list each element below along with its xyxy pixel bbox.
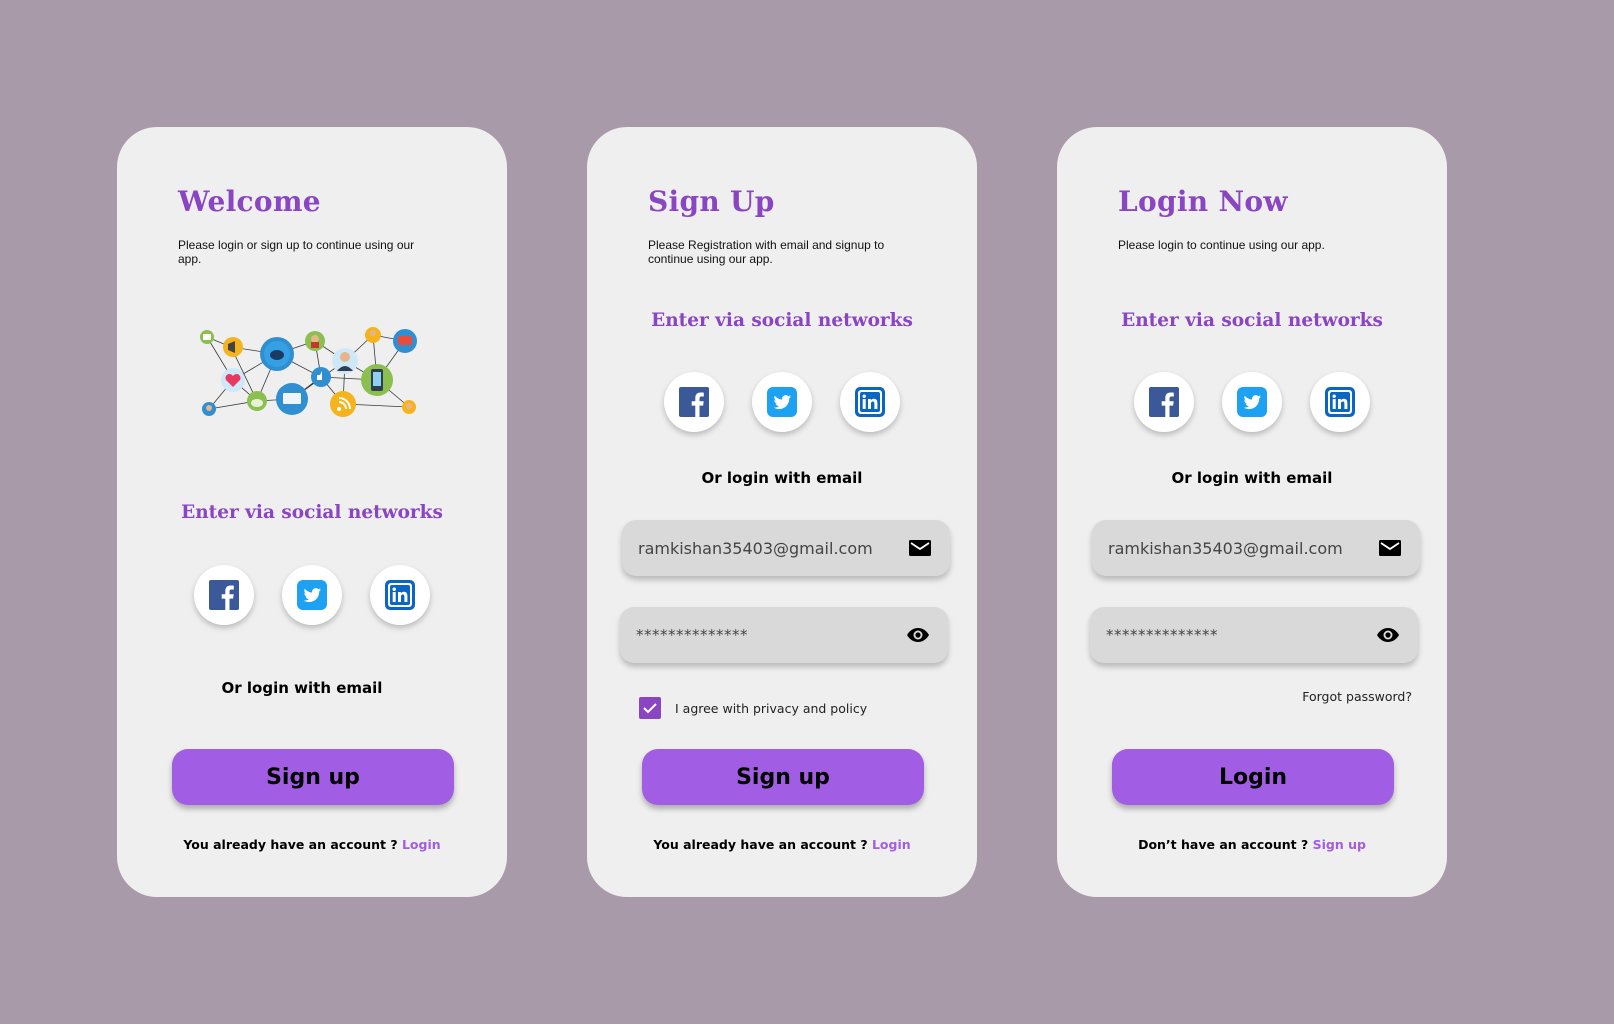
facebook-login-button[interactable]	[664, 372, 724, 432]
sign-up-button[interactable]: Sign up	[642, 749, 924, 805]
privacy-agreement: I agree with privacy and policy	[639, 697, 867, 719]
email-field	[622, 520, 950, 576]
or-login-with-email-label: Or login with email	[701, 469, 863, 487]
footer-text: You already have an account ?	[183, 837, 398, 852]
email-input[interactable]	[1108, 520, 1358, 576]
password-field	[620, 607, 948, 663]
password-input[interactable]	[636, 607, 886, 663]
page-subtitle: Please login to continue using our app.	[1118, 238, 1325, 252]
mail-icon	[1379, 540, 1401, 556]
social-networks-heading: Enter via social networks	[181, 502, 443, 523]
social-networks-heading: Enter via social networks	[651, 310, 913, 331]
linkedin-icon	[385, 580, 415, 610]
footer-text: You already have an account ?	[653, 837, 868, 852]
linkedin-icon	[1325, 387, 1355, 417]
footer-prompt: Don’t have an account ? Sign up	[1057, 837, 1447, 852]
eye-icon[interactable]	[1376, 624, 1400, 646]
facebook-icon	[209, 580, 239, 610]
facebook-login-button[interactable]	[1134, 372, 1194, 432]
sign-up-button[interactable]: Sign up	[172, 749, 454, 805]
page-title: Login Now	[1118, 185, 1288, 218]
social-buttons-row	[117, 565, 507, 627]
page-title: Sign Up	[648, 185, 775, 218]
login-button[interactable]: Login	[1112, 749, 1394, 805]
login-link[interactable]: Login	[402, 837, 441, 852]
welcome-card: Welcome Please login or sign up to conti…	[117, 127, 507, 897]
checkmark-icon	[643, 703, 657, 714]
social-networks-heading: Enter via social networks	[1121, 310, 1383, 331]
linkedin-login-button[interactable]	[1310, 372, 1370, 432]
footer-text: Don’t have an account ?	[1138, 837, 1309, 852]
facebook-icon	[1149, 387, 1179, 417]
social-network-illustration	[200, 327, 417, 417]
sign-up-link[interactable]: Sign up	[1313, 837, 1366, 852]
linkedin-login-button[interactable]	[840, 372, 900, 432]
login-card: Login Now Please login to continue using…	[1057, 127, 1447, 897]
linkedin-login-button[interactable]	[370, 565, 430, 625]
social-buttons-row	[587, 372, 977, 434]
twitter-icon	[767, 387, 797, 417]
twitter-icon	[297, 580, 327, 610]
linkedin-icon	[855, 387, 885, 417]
privacy-label: I agree with privacy and policy	[675, 700, 868, 716]
forgot-password-link[interactable]: Forgot password?	[1302, 689, 1412, 704]
eye-icon[interactable]	[906, 624, 930, 646]
facebook-login-button[interactable]	[194, 565, 254, 625]
twitter-login-button[interactable]	[282, 565, 342, 625]
page-subtitle: Please login or sign up to continue usin…	[178, 238, 415, 266]
twitter-login-button[interactable]	[752, 372, 812, 432]
social-buttons-row	[1057, 372, 1447, 434]
signup-card: Sign Up Please Registration with email a…	[587, 127, 977, 897]
login-link[interactable]: Login	[872, 837, 911, 852]
facebook-icon	[679, 387, 709, 417]
or-login-with-email-label: Or login with email	[221, 679, 383, 697]
twitter-login-button[interactable]	[1222, 372, 1282, 432]
password-input[interactable]	[1106, 607, 1356, 663]
twitter-icon	[1237, 387, 1267, 417]
page-subtitle: Please Registration with email and signu…	[648, 238, 885, 266]
footer-prompt: You already have an account ? Login	[587, 837, 977, 852]
privacy-checkbox[interactable]	[639, 697, 661, 719]
or-login-with-email-label: Or login with email	[1171, 469, 1333, 487]
page-title: Welcome	[178, 185, 321, 218]
footer-prompt: You already have an account ? Login	[117, 837, 507, 852]
email-field	[1092, 520, 1420, 576]
password-field	[1090, 607, 1418, 663]
mail-icon	[909, 540, 931, 556]
email-input[interactable]	[638, 520, 888, 576]
